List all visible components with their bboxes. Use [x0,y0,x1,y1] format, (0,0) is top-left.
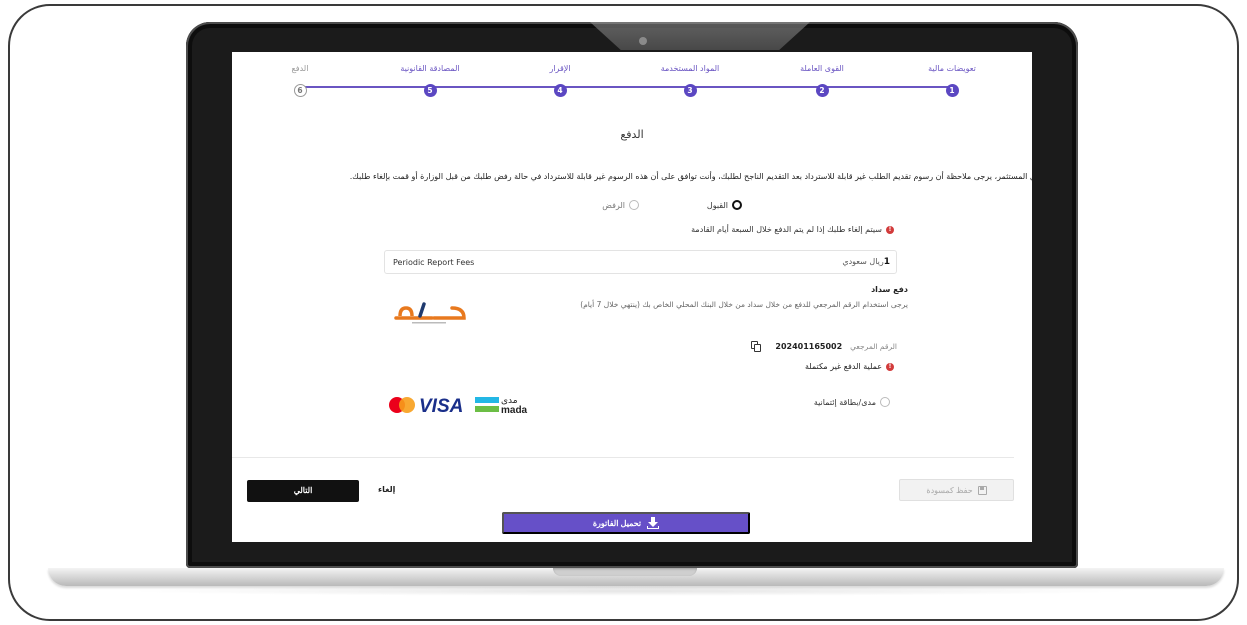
step-payment[interactable]: الدفع 6 [240,64,360,97]
progress-stepper: تعويضات مالية 1 القوى العاملة 2 المواد ا… [232,52,1032,102]
payment-status-text: عملية الدفع غير مكتملة [804,362,882,371]
reference-number-row: الرقم المرجعي 202401165002 [751,341,897,352]
step-label: الدفع [291,64,309,73]
step-number: 1 [945,84,959,97]
radio-unchecked-icon[interactable] [629,200,639,210]
alert-icon: ! [886,362,894,371]
sadad-title: دفع سداد [871,285,908,294]
sadad-logo-glyph-left [398,306,414,317]
download-invoice-label: تحميل الفاتورة [592,518,642,528]
step-label: تعويضات مالية [928,64,976,73]
sadad-logo-glyph-right [432,306,466,320]
step-financial-compensation[interactable]: تعويضات مالية 1 [892,64,1012,97]
laptop-screen: تعويضات مالية 1 القوى العاملة 2 المواد ا… [232,52,1032,542]
reject-radio[interactable]: الرفض [602,200,639,210]
step-declaration[interactable]: الإقرار 4 [500,64,620,97]
copy-icon[interactable] [751,341,762,352]
step-workforce[interactable]: القوى العاملة 2 [762,64,882,97]
card-payment-radio[interactable]: مدى/بطاقة إئتمانية [814,397,890,407]
warning-text: سيتم إلغاء طلبك إذا لم يتم الدفع خلال ال… [691,225,882,234]
cancel-button[interactable]: إلغاء [378,485,395,494]
step-label: المواد المستخدمة [660,64,720,73]
fee-amount-value: 1 [883,257,890,267]
visa-icon: VISA [419,396,463,417]
card-brands-logos: VISA مدى mada [389,396,528,417]
radio-unchecked-icon[interactable] [880,397,890,407]
reject-label: الرفض [602,200,625,210]
step-number: 6 [293,84,307,97]
sadad-logo-tagline [412,322,446,324]
sadad-description: يرجى استخدام الرقم المرجعي للدفع من خلال… [580,300,908,309]
laptop-base-shadow [120,586,1140,596]
accept-label: القبول [706,200,728,210]
refund-notice: عزيزي المستثمر، يرجى ملاحظة أن رسوم تقدي… [349,172,1032,181]
next-button[interactable]: التالي [247,480,359,502]
mada-en-text: mada [501,405,528,416]
webcam-icon [639,37,647,45]
laptop-base-notch [553,568,697,576]
mada-icon: مدى mada [475,396,528,416]
radio-checked-icon[interactable] [732,200,742,210]
fee-amount: 1ريال سعودي [842,257,890,267]
card-option-label: مدى/بطاقة إئتمانية [813,397,876,407]
alert-icon: ! [886,225,894,234]
download-invoice-button[interactable]: تحميل الفاتورة [502,512,750,534]
accept-radio[interactable]: القبول [707,200,742,210]
step-materials-used[interactable]: المواد المستخدمة 3 [630,64,750,97]
cancellation-warning: ! سيتم إلغاء طلبك إذا لم يتم الدفع خلال … [691,225,894,234]
step-label: الإقرار [549,64,571,73]
payment-status: ! عملية الدفع غير مكتملة [805,362,894,371]
step-number: 5 [423,84,437,97]
fee-currency: ريال سعودي [842,257,884,266]
step-label: القوى العاملة [800,64,844,73]
step-number: 4 [553,84,567,97]
step-legal-authentication[interactable]: المصادقة القانونية 5 [370,64,490,97]
fee-summary-box: Periodic Report Fees 1ريال سعودي [384,250,897,274]
step-number: 3 [683,84,697,97]
reference-value: 202401165002 [775,342,843,351]
step-number: 2 [815,84,829,97]
sadad-logo-icon [394,302,466,324]
sadad-logo-slash [418,302,426,318]
reference-label: الرقم المرجعي [850,342,897,351]
lid-shine [590,22,810,50]
footer-divider [232,457,1014,458]
page-title: الدفع [620,128,644,141]
save-draft-label: حفظ كمسودة [926,485,973,495]
download-icon [647,517,660,529]
save-icon [977,485,987,495]
fee-name: Periodic Report Fees [393,258,475,267]
consent-radio-group: القبول الرفض [232,200,1032,216]
save-draft-button[interactable]: حفظ كمسودة [899,479,1014,501]
mastercard-icon [389,397,415,413]
step-label: المصادقة القانونية [400,64,460,73]
